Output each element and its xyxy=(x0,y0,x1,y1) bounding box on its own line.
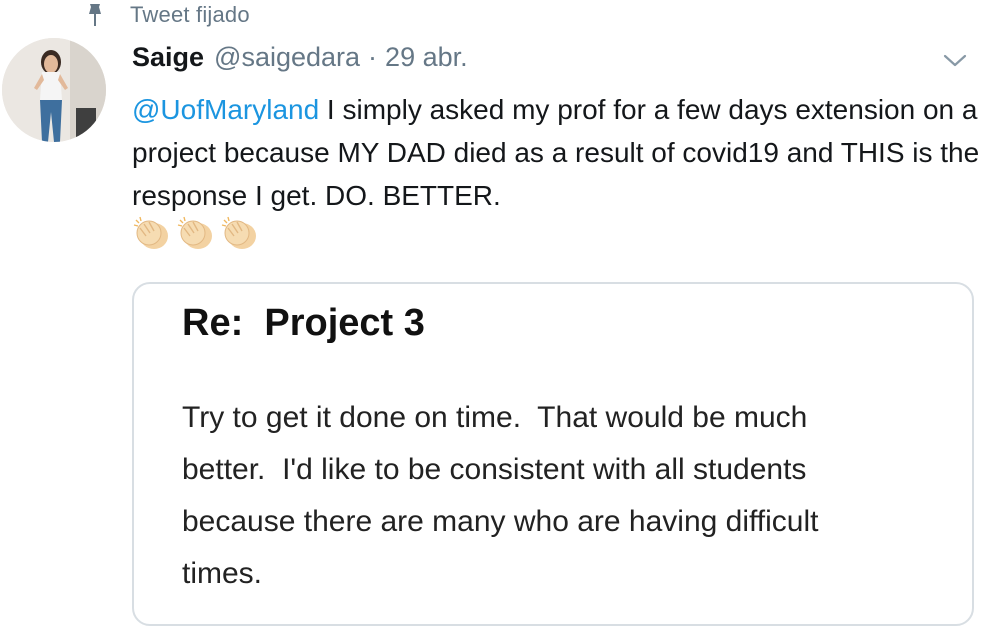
attached-image-card[interactable]: Re: Project 3 Try to get it done on time… xyxy=(132,282,974,626)
user-handle[interactable]: @saigedara xyxy=(214,42,360,73)
tweet-text: @UofMaryland I simply asked my prof for … xyxy=(132,88,982,217)
chevron-down-icon[interactable] xyxy=(940,50,970,70)
email-body-line: better. I'd like to be consistent with a… xyxy=(182,453,807,486)
email-body-line: because there are many who are having di… xyxy=(182,505,819,538)
avatar-photo xyxy=(2,38,106,142)
avatar[interactable] xyxy=(2,38,106,142)
pinned-tweet-row: Tweet fijado xyxy=(84,0,250,30)
email-body-line: Try to get it done on time. That would b… xyxy=(182,401,808,434)
pin-icon xyxy=(89,4,101,26)
tweet-date[interactable]: 29 abr. xyxy=(385,42,468,73)
email-body: Try to get it done on time. That would b… xyxy=(182,392,952,600)
display-name[interactable]: Saige xyxy=(132,42,204,73)
clapping-hands-icon xyxy=(221,216,256,249)
header-separator: · xyxy=(368,42,378,72)
emoji-row xyxy=(132,214,260,254)
tweet-header: Saige @saigedara · 29 abr. xyxy=(132,42,468,73)
email-subject: Re: Project 3 xyxy=(182,302,425,344)
pinned-label: Tweet fijado xyxy=(130,2,250,27)
clapping-hands-icon xyxy=(133,216,168,249)
clapping-hands-icon xyxy=(177,216,212,249)
mention-link[interactable]: @UofMaryland xyxy=(132,94,319,125)
email-body-line: times. xyxy=(182,557,263,590)
